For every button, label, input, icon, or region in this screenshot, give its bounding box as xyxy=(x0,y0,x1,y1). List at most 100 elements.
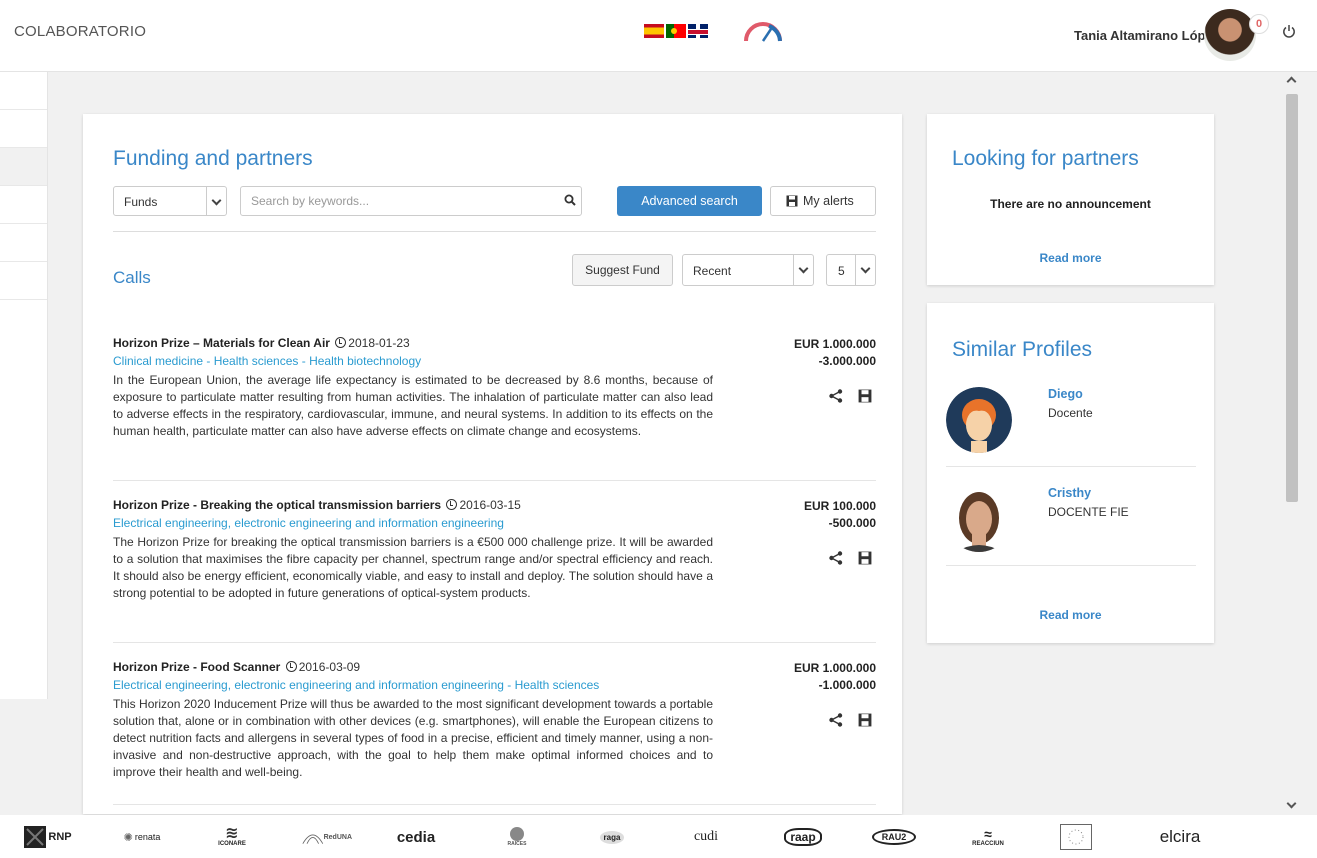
save-icon xyxy=(786,195,798,207)
call-description: This Horizon 2020 Inducement Prize will … xyxy=(113,697,713,779)
profile-name[interactable]: Cristhy xyxy=(1048,486,1091,500)
gauge-icon[interactable] xyxy=(743,20,783,42)
eu-flag-logo[interactable] xyxy=(1059,823,1093,851)
cudi-logo[interactable]: cudi xyxy=(678,823,734,851)
rnp-mark-icon xyxy=(24,826,47,848)
elcira-logo[interactable]: elcira xyxy=(1150,823,1210,851)
user-name[interactable]: Tania Altamirano Lóp... xyxy=(1074,28,1216,43)
save-icon[interactable] xyxy=(858,389,872,403)
page-title: Funding and partners xyxy=(113,147,313,170)
share-icon[interactable] xyxy=(828,712,844,728)
call-separator xyxy=(113,480,876,481)
scroll-thumb[interactable] xyxy=(1286,94,1298,502)
user-avatar[interactable] xyxy=(1204,9,1256,61)
call-title[interactable]: Horizon Prize - Food Scanner 2016-03-09 xyxy=(113,660,360,674)
call-amount: EUR 1.000.000 -3.000.000 xyxy=(793,337,876,368)
page-size-select[interactable]: 5 xyxy=(826,254,876,286)
call-title[interactable]: Horizon Prize – Materials for Clean Air … xyxy=(113,336,410,350)
top-bar: COLABORATORIO Tania Altamirano Lóp... 0 xyxy=(0,0,1317,72)
clock-icon xyxy=(335,337,347,348)
call-separator xyxy=(113,804,876,805)
brand-name[interactable]: COLABORATORIO xyxy=(14,23,146,40)
call-description: The Horizon Prize for breaking the optic… xyxy=(113,535,713,600)
chevron-down-icon xyxy=(855,255,875,285)
chevron-down-icon xyxy=(206,187,226,215)
type-select[interactable]: Funds xyxy=(113,186,227,216)
spain-flag-icon[interactable] xyxy=(644,24,664,38)
reduna-logo[interactable]: RedUNA xyxy=(302,823,352,851)
call-date: 2018-01-23 xyxy=(348,336,410,350)
notification-badge[interactable]: 0 xyxy=(1249,14,1269,34)
clock-icon xyxy=(446,499,458,510)
profile-separator xyxy=(946,565,1196,566)
eu-flag-icon xyxy=(1060,824,1092,850)
call-date: 2016-03-09 xyxy=(298,660,361,674)
cedia-logo[interactable]: cedia xyxy=(386,823,446,851)
avatar[interactable] xyxy=(946,387,1012,453)
iconare-logo[interactable]: ≋ ICONARE xyxy=(212,823,252,851)
type-select-value: Funds xyxy=(124,195,158,209)
chevron-down-icon[interactable] xyxy=(1286,798,1297,809)
chevron-down-icon xyxy=(793,255,813,285)
call-amount: EUR 1.000.000 -1.000.000 xyxy=(793,661,876,692)
call-actions xyxy=(828,550,876,566)
advanced-search-button[interactable]: Advanced search xyxy=(617,186,762,216)
sidebar-item[interactable] xyxy=(0,224,47,262)
save-icon[interactable] xyxy=(858,713,872,727)
sidebar-item[interactable] xyxy=(0,262,47,300)
renata-logo[interactable]: ✺ renata xyxy=(117,823,167,851)
read-more-link[interactable]: Read more xyxy=(927,251,1214,265)
call-area[interactable]: Electrical engineering, electronic engin… xyxy=(113,678,599,692)
portugal-flag-icon[interactable] xyxy=(666,24,686,38)
suggest-fund-button[interactable]: Suggest Fund xyxy=(572,254,673,286)
avatar[interactable] xyxy=(946,486,1012,552)
sidebar-item[interactable] xyxy=(0,186,47,224)
raices-logo[interactable]: RAICES xyxy=(500,823,534,851)
calls-title: Calls xyxy=(113,268,151,287)
partners-title: Looking for partners xyxy=(952,147,1139,170)
search-icon[interactable] xyxy=(564,194,576,206)
call-area[interactable]: Clinical medicine - Health sciences - He… xyxy=(113,354,421,368)
chevron-up-icon[interactable] xyxy=(1286,76,1297,87)
reacciun-logo[interactable]: ≈ REACCIUN xyxy=(963,823,1013,851)
my-alerts-button[interactable]: My alerts xyxy=(770,186,876,216)
sidebar-item[interactable] xyxy=(0,110,47,148)
search-input[interactable] xyxy=(240,186,582,216)
sidebar-item-active[interactable] xyxy=(0,148,47,186)
footer-logos: RNP ✺ renata ≋ ICONARE RedUNA cedia RAICES… xyxy=(0,815,1317,858)
language-flags xyxy=(644,24,708,38)
call-separator xyxy=(113,642,876,643)
call-item: Horizon Prize - Breaking the optical tra… xyxy=(113,498,876,628)
scrollbar[interactable] xyxy=(1284,72,1300,815)
call-item: Horizon Prize - Food Scanner 2016-03-09 … xyxy=(113,660,876,800)
profile-card[interactable]: Diego Docente xyxy=(946,387,1196,467)
call-title[interactable]: Horizon Prize - Breaking the optical tra… xyxy=(113,498,521,512)
partners-panel: Looking for partners There are no announ… xyxy=(927,114,1214,285)
call-actions xyxy=(828,388,876,404)
rau2-logo[interactable]: RAU2 xyxy=(868,823,920,851)
partners-note: There are no announcement xyxy=(990,197,1151,211)
profile-name[interactable]: Diego xyxy=(1048,387,1083,401)
call-amount: EUR 100.000 -500.000 xyxy=(803,499,876,530)
sort-select[interactable]: Recent xyxy=(682,254,814,286)
profile-card[interactable]: Cristhy DOCENTE FIE xyxy=(946,486,1196,566)
share-icon[interactable] xyxy=(828,388,844,404)
sort-select-value: Recent xyxy=(693,264,732,278)
share-icon[interactable] xyxy=(828,550,844,566)
read-more-link[interactable]: Read more xyxy=(927,608,1214,622)
rnp-logo[interactable]: RNP xyxy=(20,823,76,851)
profile-role: DOCENTE FIE xyxy=(1048,505,1129,519)
page-size-value: 5 xyxy=(838,264,845,278)
call-description: In the European Union, the average life … xyxy=(113,373,713,438)
raap-logo[interactable]: raap xyxy=(777,823,829,851)
raga-logo[interactable]: raga xyxy=(597,823,627,851)
sidebar-item[interactable] xyxy=(0,72,47,110)
call-item: Horizon Prize – Materials for Clean Air … xyxy=(113,336,876,466)
profile-separator xyxy=(946,466,1196,467)
power-icon[interactable] xyxy=(1282,24,1296,38)
call-area[interactable]: Electrical engineering, electronic engin… xyxy=(113,516,504,530)
my-alerts-label: My alerts xyxy=(803,194,854,208)
save-icon[interactable] xyxy=(858,551,872,565)
uk-flag-icon[interactable] xyxy=(688,24,708,38)
funding-panel: Funding and partners Funds Advanced sear… xyxy=(83,114,902,814)
